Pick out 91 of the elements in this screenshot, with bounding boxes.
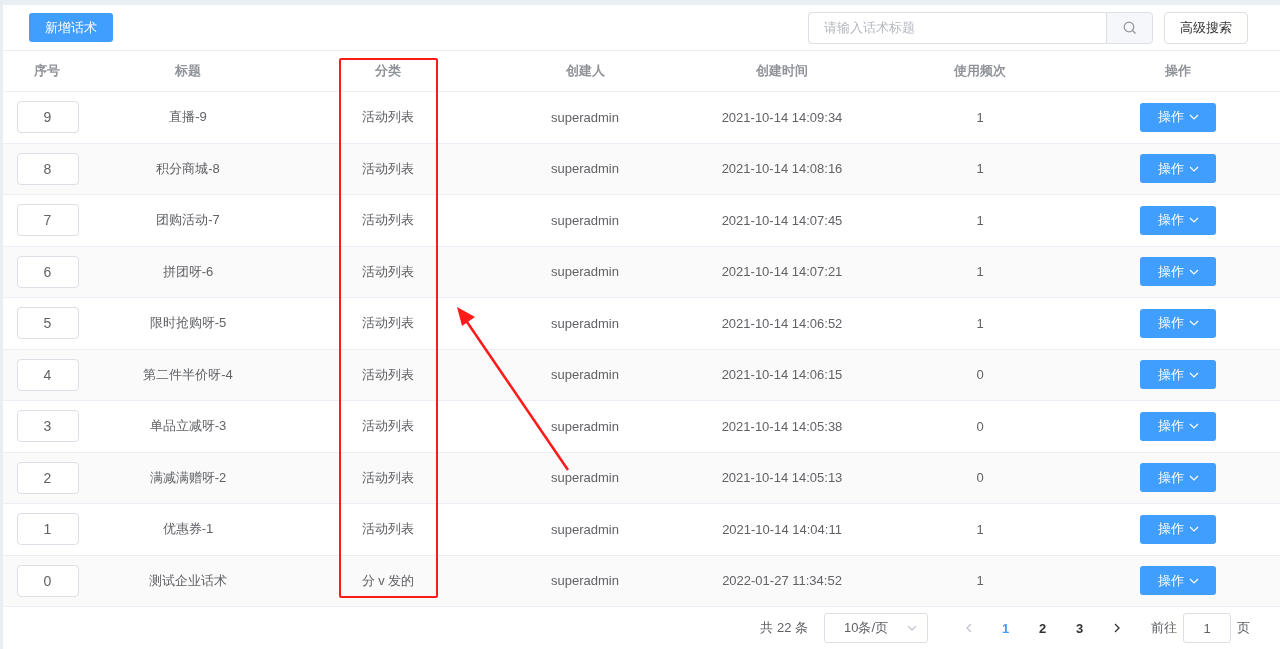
table-cell-text: 1 [975, 315, 985, 331]
chevron-down-icon [1188, 217, 1199, 224]
table-cell-text: superadmin [550, 470, 620, 486]
column-header: 创建时间 [755, 62, 809, 80]
chevron-right-icon [1113, 623, 1120, 633]
table-cell-text: superadmin [550, 521, 620, 537]
index-field[interactable]: 3 [16, 410, 79, 443]
table-cell-text: 活动列表 [361, 262, 415, 281]
table-cell-text: 0 [975, 418, 985, 434]
table-cell-text: 直播-9 [168, 108, 208, 127]
total-count: 共 22 条 [760, 619, 808, 637]
table-cell-text: 2021-10-14 14:06:15 [720, 367, 844, 383]
index-field[interactable]: 6 [16, 255, 79, 288]
chevron-left-icon [965, 623, 972, 633]
chevron-down-icon [1188, 526, 1199, 533]
table-cell-text: 2021-10-14 14:05:13 [720, 470, 844, 486]
table-cell-text: 活动列表 [361, 159, 415, 178]
index-field[interactable]: 7 [16, 204, 79, 237]
chevron-down-icon [1188, 165, 1199, 172]
table-cell-text: superadmin [550, 212, 620, 228]
search-icon [1122, 20, 1137, 35]
index-field[interactable]: 4 [16, 358, 79, 391]
index-field[interactable]: 8 [16, 152, 79, 185]
table-cell-text: 2021-10-14 14:08:16 [720, 161, 844, 177]
table-cell-text: 活动列表 [361, 211, 415, 230]
chevron-down-icon [1188, 423, 1199, 430]
page-number[interactable]: 3 [1061, 614, 1098, 642]
table-cell-text: 2022-01-27 11:34:52 [721, 573, 843, 589]
column-header: 标题 [174, 62, 202, 80]
column-header: 操作 [1164, 62, 1192, 80]
table-cell-text: 拼团呀-6 [161, 262, 215, 281]
page-number[interactable]: 2 [1024, 614, 1061, 642]
advanced-search-button[interactable]: 高级搜索 [1164, 11, 1248, 44]
table-cell-text: 单品立减呀-3 [148, 417, 228, 436]
table-cell-text: 测试企业话术 [148, 571, 228, 590]
index-field[interactable]: 0 [16, 564, 79, 597]
table-cell-text: 积分商城-8 [155, 159, 221, 178]
table-cell-text: superadmin [550, 367, 620, 383]
column-header: 使用频次 [952, 62, 1007, 80]
chevron-down-icon [1188, 114, 1199, 121]
chevron-down-icon [1188, 320, 1199, 327]
table-cell-text: 活动列表 [361, 468, 415, 487]
chevron-down-icon [907, 625, 917, 631]
table-cell-text: 活动列表 [361, 365, 415, 384]
table-cell-text: superadmin [550, 109, 620, 125]
table-cell-text: 活动列表 [361, 108, 415, 127]
table-cell-text: 团购活动-7 [155, 211, 221, 230]
table-cell-text: 优惠券-1 [161, 520, 215, 539]
chevron-down-icon [1188, 268, 1199, 275]
chevron-down-icon [1188, 474, 1199, 481]
table-cell-text: 2021-10-14 14:04:11 [721, 521, 843, 537]
search-button[interactable] [1106, 11, 1153, 44]
table-cell-text: 0 [975, 367, 985, 383]
table-cell-text: 2021-10-14 14:05:38 [720, 418, 844, 434]
table-cell-text: 活动列表 [361, 417, 415, 436]
table-cell-text: 0 [975, 470, 985, 486]
table-cell-text: superadmin [550, 161, 620, 177]
column-header: 创建人 [564, 62, 606, 80]
table-cell-text: 2021-10-14 14:07:45 [720, 212, 844, 228]
table-cell-text: superadmin [550, 418, 620, 434]
chevron-down-icon [1188, 371, 1199, 378]
table-cell-text: 1 [975, 212, 985, 228]
table-cell-text: 分 v 发的 [360, 571, 416, 590]
column-header: 分类 [374, 62, 402, 80]
table-cell-text: 活动列表 [361, 520, 415, 539]
table-cell-text: 第二件半价呀-4 [142, 365, 234, 384]
table-cell-text: superadmin [550, 315, 620, 331]
table-cell-text: 限时抢购呀-5 [148, 314, 228, 333]
table-cell-text: 1 [975, 573, 985, 589]
index-field[interactable]: 2 [16, 461, 79, 494]
table-cell-text: 1 [975, 161, 985, 177]
goto-label: 前往 [1151, 619, 1177, 637]
page-suffix: 页 [1237, 619, 1250, 637]
chevron-down-icon [1188, 577, 1199, 584]
table-cell-text: superadmin [550, 573, 620, 589]
table-cell-text: 满减满赠呀-2 [148, 468, 228, 487]
page-size-select[interactable]: 10条/页 [824, 613, 928, 643]
goto-page-field[interactable]: 1 [1183, 613, 1231, 643]
index-field[interactable]: 1 [16, 513, 79, 546]
search-field[interactable]: 请输入话术标题 [808, 11, 1106, 44]
table-cell-text: 活动列表 [361, 314, 415, 333]
table-cell-text: superadmin [550, 264, 620, 280]
table-cell-text: 2021-10-14 14:07:21 [720, 264, 844, 280]
table-cell-text: 1 [975, 264, 985, 280]
column-header: 序号 [32, 62, 61, 80]
index-field[interactable]: 9 [16, 101, 79, 134]
index-field[interactable]: 5 [16, 307, 79, 340]
table-cell-text: 1 [975, 521, 985, 537]
table-cell-text: 2021-10-14 14:09:34 [720, 109, 844, 125]
table-cell-text: 1 [975, 109, 985, 125]
table-cell-text: 2021-10-14 14:06:52 [720, 315, 844, 331]
